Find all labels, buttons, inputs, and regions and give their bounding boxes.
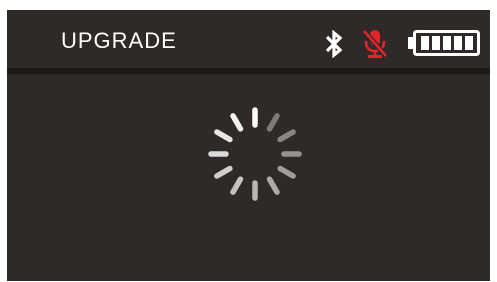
battery-level-bar — [443, 36, 451, 50]
battery-icon — [408, 30, 480, 56]
spinner-segment — [214, 165, 233, 179]
spinner-segment — [277, 165, 296, 179]
spinner-segment — [230, 113, 244, 132]
spinner-segment — [266, 176, 280, 195]
battery-level-bar — [454, 36, 462, 50]
mic-muted-icon — [362, 29, 388, 58]
device-screen: UPGRADE — [7, 10, 490, 281]
header-divider — [7, 68, 490, 74]
spinner-segment — [266, 113, 280, 132]
battery-level-bar — [465, 36, 473, 50]
loading-spinner-icon — [208, 107, 302, 201]
spinner-segment — [230, 176, 244, 195]
page-title: UPGRADE — [61, 28, 177, 53]
battery-level-bar — [421, 36, 429, 50]
spinner-segment — [277, 129, 296, 143]
battery-level-bar — [432, 36, 440, 50]
bluetooth-icon — [325, 30, 343, 58]
spinner-segment — [214, 129, 233, 143]
